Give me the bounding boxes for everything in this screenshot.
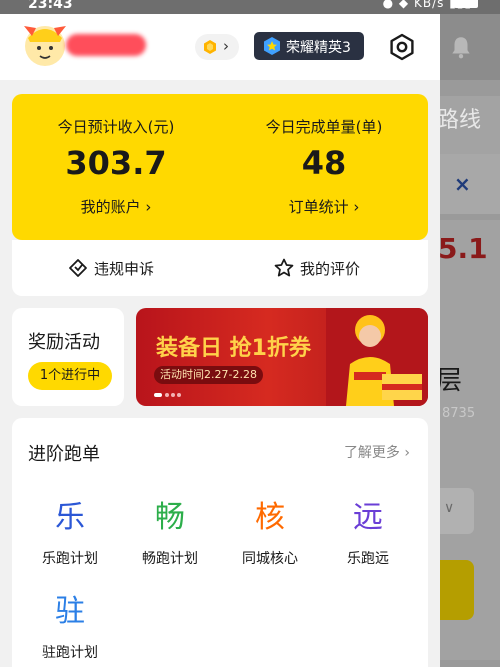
promo-banner[interactable]: 装备日 抢1折券 活动时间2.27-2.28 [136,308,428,406]
plan-item-label: 畅跑计划 [142,551,198,567]
advanced-title: 进阶跑单 [28,444,100,465]
income-today: 今日预计收入(元) 303.7 我的账户 › [12,94,220,240]
income-value: 303.7 [65,144,167,182]
background-layer-text: 层 [440,366,463,396]
reward-count-pill[interactable]: 1个进行中 [28,362,112,390]
plan-item-zhupao[interactable]: 驻 驻跑计划 [20,590,120,662]
settings-icon[interactable] [388,33,416,61]
plan-item-core[interactable]: 核 同城核心 [220,496,320,568]
background-card: 5.1 层 8735 ∨ [440,220,500,660]
status-time: 23:43 [28,0,73,12]
banner-headline: 装备日 抢1折券 [156,336,311,361]
changpao-glyph: 畅 [155,500,185,535]
yuan-glyph: 远 [353,500,383,535]
appeal-icon [69,259,87,277]
banner-date: 活动时间2.27-2.28 [154,366,263,384]
background-page: 路线 × 5.1 层 8735 ∨ [440,14,500,667]
rank-badge-label: 荣耀精英3 [286,40,351,56]
rank-star-icon [264,37,280,55]
plan-item-label: 乐跑远 [347,551,389,567]
plan-item-yuan[interactable]: 远 乐跑远 [318,496,418,568]
points-button[interactable]: › [195,34,239,60]
background-amount: 5.1 [440,232,488,265]
background-notice: × [440,154,500,214]
coin-icon [204,40,216,54]
background-route-tab: 路线 [440,96,500,156]
bell-icon[interactable] [448,34,474,60]
appeal-label: 违规申诉 [94,260,155,278]
income-label: 今日预计收入(元) [57,118,175,136]
background-sub-text: 8735 [442,406,476,421]
battery-icon [454,0,478,8]
income-card: 今日预计收入(元) 303.7 我的账户 › 今日完成单量(单) 48 订单统计… [12,94,428,240]
orders-label: 今日完成单量(单) [265,118,383,136]
appeal-button[interactable]: 违规申诉 [68,258,154,279]
chevron-right-icon: › [223,37,229,55]
avatar[interactable] [22,18,68,68]
plan-item-label: 同城核心 [242,551,298,567]
reviews-label: 我的评价 [300,260,361,278]
plan-item-label: 乐跑计划 [42,551,98,567]
chevron-down-icon: ∨ [444,500,455,516]
username-redacted [66,34,146,56]
background-header [440,14,500,80]
side-drawer: › 荣耀精英3 今日预计收入(元) 303.7 我的账户 › 今日完成单量(单)… [0,14,440,667]
status-bar: 23:43 ● ◆ KB/s ▮▮▮ [0,0,500,14]
reward-title: 奖励活动 [28,332,100,353]
rider-illustration [326,308,428,406]
plan-item-lepao[interactable]: 乐 乐跑计划 [20,496,120,568]
plan-item-changpao[interactable]: 畅 畅跑计划 [120,496,220,568]
rank-badge[interactable]: 荣耀精英3 [254,32,364,60]
close-icon[interactable]: × [454,172,471,196]
carousel-dots [154,393,181,397]
background-dropdown: ∨ [440,488,474,534]
drawer-header: › 荣耀精英3 [0,14,440,80]
orders-today: 今日完成单量(单) 48 订单统计 › [220,94,428,240]
star-icon [274,258,294,277]
order-stats-link[interactable]: 订单统计 › [220,196,428,217]
core-glyph: 核 [255,500,285,535]
lepao-glyph: 乐 [55,500,85,535]
advanced-plans-card: 进阶跑单 了解更多 › 乐 乐跑计划 畅 畅跑计划 核 同城核心 远 乐跑远 驻… [12,418,428,667]
background-yellow-button [440,560,474,620]
my-reviews-button[interactable]: 我的评价 [274,258,360,279]
plan-item-label: 驻跑计划 [42,645,98,661]
reward-activities-card[interactable]: 奖励活动 1个进行中 [12,308,124,406]
quick-actions: 违规申诉 我的评价 [12,240,428,296]
orders-value: 48 [301,144,347,182]
zhupao-glyph: 驻 [55,594,85,629]
learn-more-link[interactable]: 了解更多 › [344,442,410,462]
my-account-link[interactable]: 我的账户 › [12,196,220,217]
